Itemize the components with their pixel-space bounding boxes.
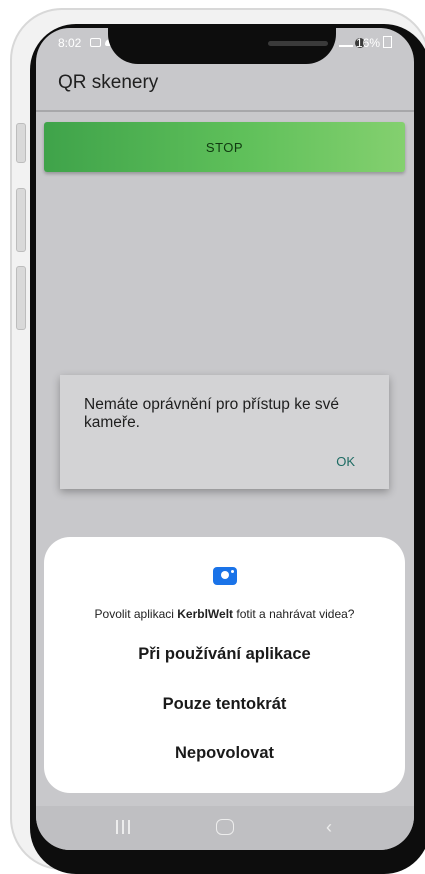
question-app-name: KerblWelt [177, 607, 234, 621]
speaker-grille [268, 41, 328, 46]
stop-button[interactable]: STOP [44, 122, 405, 172]
alert-ok-button[interactable]: OK [336, 454, 355, 469]
status-time: 8:02 [58, 36, 82, 50]
screen: 8:02 16% QR skenery STOP Nemáte oprávněn… [36, 28, 414, 850]
allow-once-button[interactable]: Pouze tentokrát [44, 695, 405, 714]
navigation-bar: ‹ [36, 806, 414, 850]
battery-percent: 16% [355, 36, 380, 50]
signal-icon [338, 36, 353, 47]
side-button [16, 123, 26, 163]
page-title: QR skenery [58, 72, 159, 93]
volume-down-button [16, 266, 26, 330]
app-bar: QR skenery [36, 58, 414, 112]
status-bar: 8:02 16% [36, 28, 414, 64]
stop-button-label: STOP [205, 139, 244, 155]
recents-icon[interactable] [116, 820, 130, 834]
permission-sheet: Povolit aplikaci KerblWelt fotit a nahrá… [44, 537, 405, 793]
alert-message: Nemáte oprávnění pro přístup ke své kame… [84, 396, 340, 431]
back-icon[interactable]: ‹ [326, 817, 332, 838]
camera-permission-alert: Nemáte oprávnění pro přístup ke své kame… [60, 375, 389, 489]
status-right: 16% [338, 36, 392, 50]
camera-icon [213, 567, 237, 585]
deny-button[interactable]: Nepovolovat [44, 744, 405, 763]
image-icon [90, 38, 101, 47]
question-suffix: fotit a nahrávat videa? [233, 607, 355, 621]
battery-icon [383, 36, 392, 48]
question-prefix: Povolit aplikaci [94, 607, 178, 621]
volume-up-button [16, 188, 26, 252]
allow-while-using-button[interactable]: Při používání aplikace [44, 645, 405, 664]
permission-question: Povolit aplikaci KerblWelt fotit a nahrá… [44, 607, 405, 621]
home-icon[interactable] [216, 819, 234, 835]
